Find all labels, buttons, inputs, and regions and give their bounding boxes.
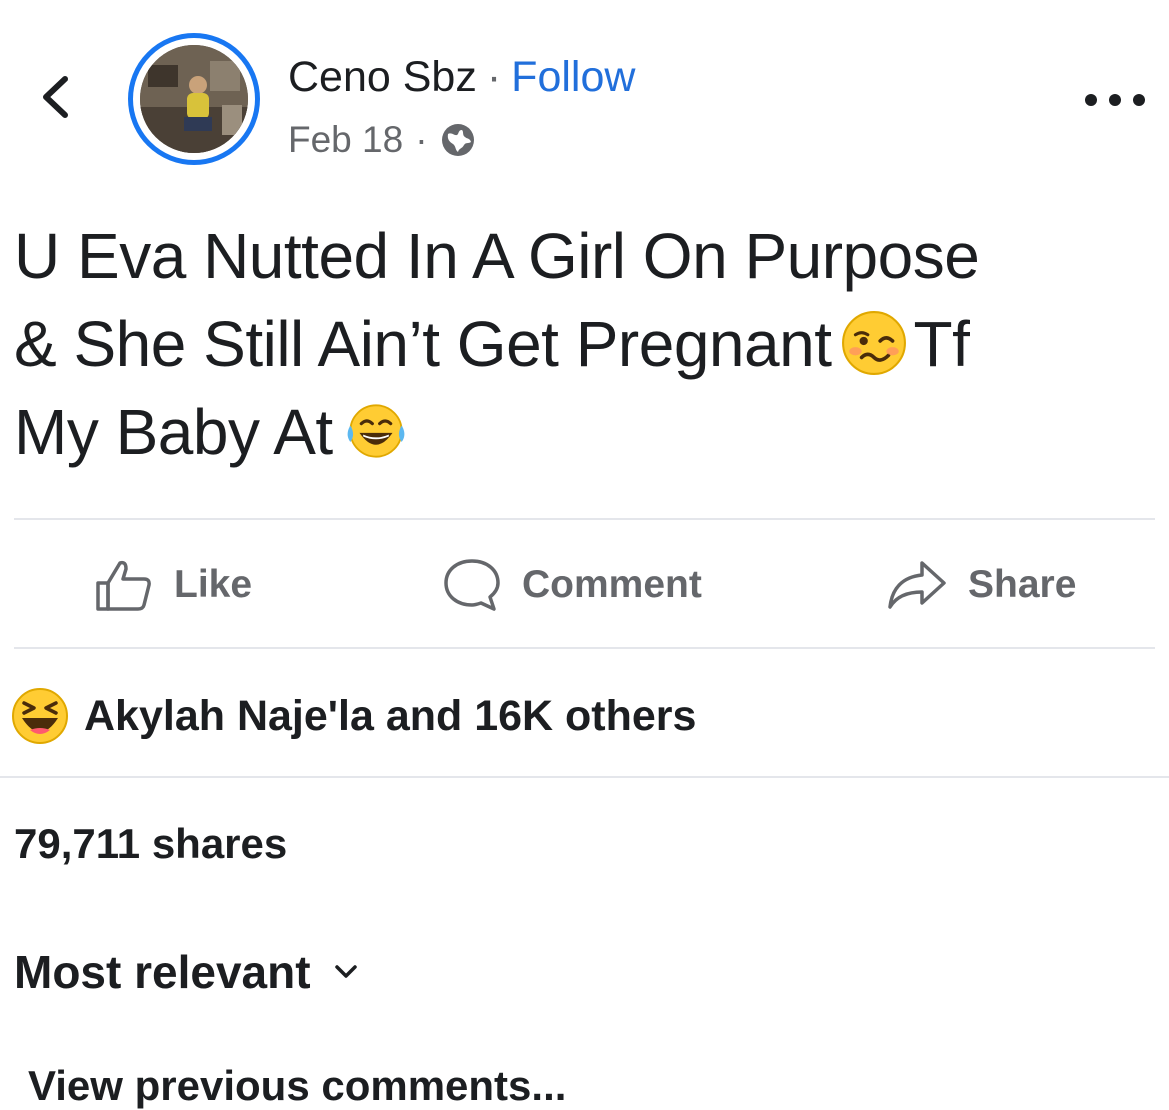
post-text-line-3: My Baby At xyxy=(14,388,1159,476)
chevron-left-icon xyxy=(43,76,68,118)
sort-label: Most relevant xyxy=(14,946,311,998)
post-author-row: Ceno Sbz · Follow xyxy=(288,50,635,104)
share-button[interactable]: Share xyxy=(886,552,1076,618)
like-button[interactable]: Like xyxy=(94,552,252,618)
share-label: Share xyxy=(968,563,1077,606)
share-arrow-icon xyxy=(888,561,946,609)
divider xyxy=(14,647,1155,649)
view-previous-comments-link[interactable]: View previous comments... xyxy=(28,1062,566,1110)
comment-button[interactable]: Comment xyxy=(442,552,702,618)
post-date[interactable]: Feb 18 xyxy=(288,119,403,161)
post-text-segment: & She Still Ain’t Get Pregnant xyxy=(14,308,832,380)
divider xyxy=(14,518,1155,520)
comment-bubble-icon xyxy=(444,559,500,611)
separator-dot: · xyxy=(486,52,502,101)
comment-sort-dropdown[interactable]: Most relevant xyxy=(14,942,359,1002)
post-text-segment: Tf xyxy=(913,308,970,380)
author-name[interactable]: Ceno Sbz xyxy=(288,53,477,102)
face-with-tears-of-joy-emoji-icon xyxy=(347,404,405,458)
profile-photo xyxy=(140,45,248,153)
more-dot xyxy=(1085,94,1097,106)
reactions-summary[interactable]: Akylah Naje'la and 16K others xyxy=(10,684,696,748)
back-button[interactable] xyxy=(20,62,90,132)
chevron-down-icon xyxy=(334,965,357,978)
reactions-text: Akylah Naje'la and 16K others xyxy=(84,691,697,740)
post-text: U Eva Nutted In A Girl On Purpose & She … xyxy=(14,212,1159,476)
woozy-face-emoji-icon xyxy=(842,311,907,376)
follow-button[interactable]: Follow xyxy=(511,53,635,102)
shares-count[interactable]: 79,711 shares xyxy=(14,820,287,868)
thumbs-up-icon xyxy=(96,560,151,611)
post-meta-row: Feb 18 · xyxy=(288,116,476,164)
haha-reaction-icon xyxy=(12,688,68,744)
more-options-button[interactable] xyxy=(1085,80,1145,120)
divider xyxy=(0,776,1169,778)
post-text-line-1: U Eva Nutted In A Girl On Purpose xyxy=(14,220,980,292)
post-text-segment: My Baby At xyxy=(14,396,333,468)
more-dot xyxy=(1133,94,1145,106)
post-text-line-2: & She Still Ain’t Get Pregnant Tf xyxy=(14,300,1159,388)
globe-icon xyxy=(441,124,474,156)
comment-label: Comment xyxy=(522,563,702,606)
more-dot xyxy=(1109,94,1121,106)
avatar[interactable] xyxy=(128,33,260,165)
separator-dot: · xyxy=(415,119,428,160)
like-label: Like xyxy=(174,563,253,606)
